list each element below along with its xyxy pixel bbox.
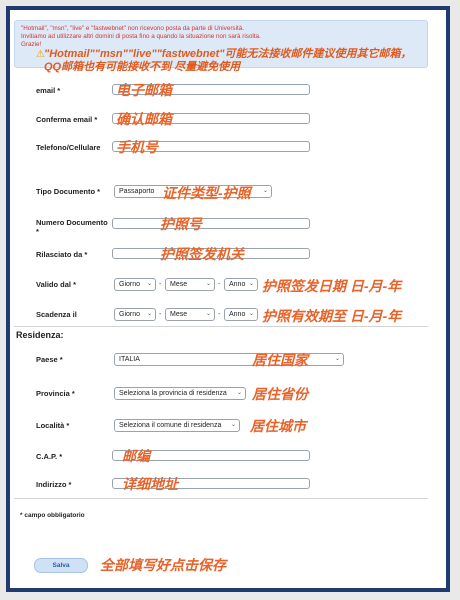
- email-annotation: 电子邮箱: [116, 82, 172, 98]
- expiry-month-value: Mese: [170, 311, 188, 318]
- chevron-down-icon: ⌄: [230, 422, 236, 428]
- doc-number-label: Numero Documento *: [36, 218, 108, 236]
- chevron-down-icon: ⌄: [146, 311, 152, 317]
- save-annotation: 全部填写好点击保存: [100, 557, 226, 573]
- residence-heading: Residenza:: [16, 330, 64, 340]
- doc-number-label-text: Numero Documento: [36, 218, 108, 227]
- required-note: * campo obbligatorio: [20, 512, 85, 519]
- province-label: Provincia *: [36, 389, 75, 398]
- expiry-month-select[interactable]: Mese ⌄: [165, 308, 215, 321]
- expiry-day-select[interactable]: Giorno ⌄: [114, 308, 156, 321]
- chevron-down-icon: ⌄: [236, 390, 242, 396]
- confirm-email-label: Conferma email *: [36, 115, 98, 124]
- notice-line-1: "Hotmail", "msn", "live" e "fastwebnet" …: [21, 25, 244, 32]
- doc-type-label: Tipo Documento *: [36, 187, 101, 196]
- issued-by-annotation: 护照签发机关: [160, 246, 244, 262]
- section-divider: [14, 326, 428, 327]
- city-annotation: 居住城市: [250, 418, 306, 434]
- bottom-divider: [14, 498, 428, 499]
- expiry-label: Scadenza il: [36, 310, 77, 319]
- save-button[interactable]: Salva: [34, 558, 88, 573]
- date-separator: -: [159, 311, 162, 318]
- expiry-annotation: 护照有效期至 日-月-年: [262, 308, 402, 324]
- chevron-down-icon: ⌄: [262, 188, 268, 194]
- doc-number-label-star: *: [36, 227, 39, 236]
- chevron-down-icon: ⌄: [205, 311, 211, 317]
- notice-line-2: Invitiamo ad utilizzare altri domini di …: [21, 33, 261, 41]
- date-separator: -: [159, 281, 162, 288]
- doc-number-field[interactable]: [112, 218, 310, 229]
- phone-label: Telefono/Cellulare: [36, 143, 101, 152]
- date-separator: -: [218, 281, 221, 288]
- valid-from-month-value: Mese: [170, 281, 188, 288]
- valid-from-day-value: Giorno: [119, 281, 141, 288]
- valid-from-month-select[interactable]: Mese ⌄: [165, 278, 215, 291]
- country-value: ITALIA: [119, 356, 140, 363]
- email-label: email *: [36, 86, 61, 95]
- phone-annotation: 手机号: [116, 139, 158, 155]
- chevron-down-icon: ⌄: [334, 356, 340, 362]
- date-separator: -: [218, 311, 221, 318]
- valid-from-label: Valido dal *: [36, 280, 77, 289]
- confirm-email-annotation: 确认邮箱: [116, 111, 172, 127]
- valid-from-annotation: 护照签发日期 日-月-年: [262, 278, 402, 294]
- chevron-down-icon: ⌄: [248, 281, 254, 287]
- address-annotation: 详细地址: [122, 476, 178, 492]
- doc-number-annotation: 护照号: [160, 216, 202, 232]
- notice-annotation: "Hotmail""msn""live""fastwebnet"可能无法接收邮件…: [44, 48, 412, 73]
- cap-annotation: 邮编: [122, 448, 150, 464]
- city-select[interactable]: Seleziona il comune di residenza ⌄: [114, 419, 240, 432]
- doc-type-value: Passaporto: [119, 188, 155, 195]
- chevron-down-icon: ⌄: [146, 281, 152, 287]
- issued-by-label: Rilasciato da *: [36, 250, 88, 259]
- valid-from-year-select[interactable]: Anno ⌄: [224, 278, 258, 291]
- province-value: Seleziona la provincia di residenza: [119, 390, 227, 397]
- expiry-day-value: Giorno: [119, 311, 141, 318]
- chevron-down-icon: ⌄: [205, 281, 211, 287]
- doc-type-annotation: 证件类型-护照: [162, 185, 251, 201]
- province-select[interactable]: Seleziona la provincia di residenza ⌄: [114, 387, 246, 400]
- province-annotation: 居住省份: [252, 386, 308, 402]
- chevron-down-icon: ⌄: [248, 311, 254, 317]
- city-value: Seleziona il comune di residenza: [119, 422, 222, 429]
- expiry-year-select[interactable]: Anno ⌄: [224, 308, 258, 321]
- country-annotation: 居住国家: [252, 352, 308, 368]
- valid-from-year-value: Anno: [229, 281, 246, 288]
- country-label: Paese *: [36, 355, 63, 364]
- expiry-year-value: Anno: [229, 311, 246, 318]
- cap-label: C.A.P. *: [36, 452, 63, 461]
- country-select[interactable]: ITALIA ⌄: [114, 353, 344, 366]
- city-label: Località *: [36, 421, 70, 430]
- valid-from-day-select[interactable]: Giorno ⌄: [114, 278, 156, 291]
- address-label: Indirizzo *: [36, 480, 72, 489]
